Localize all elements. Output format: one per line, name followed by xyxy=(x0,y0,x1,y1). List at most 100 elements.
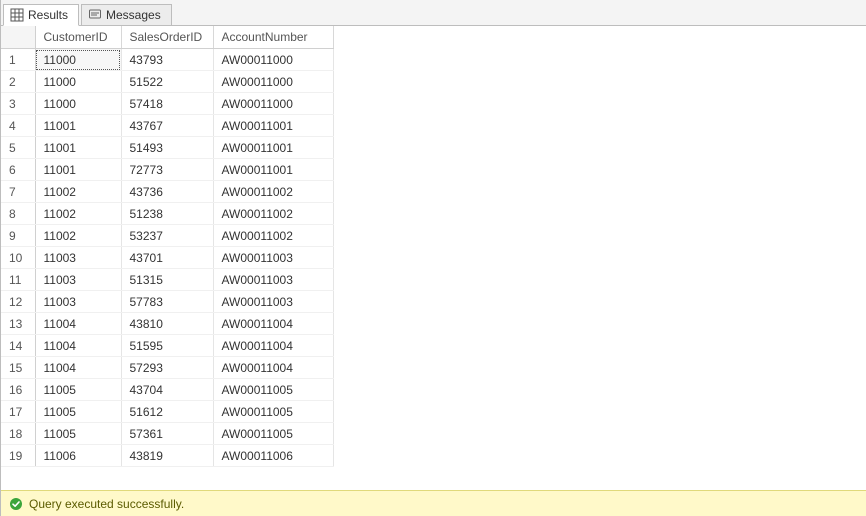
row-number-cell[interactable]: 6 xyxy=(1,159,35,181)
cell-customerid[interactable]: 11001 xyxy=(35,137,121,159)
row-number-cell[interactable]: 18 xyxy=(1,423,35,445)
table-row[interactable]: 41100143767AW00011001 xyxy=(1,115,333,137)
cell-salesorderid[interactable]: 51612 xyxy=(121,401,213,423)
cell-salesorderid[interactable]: 57783 xyxy=(121,291,213,313)
row-number-cell[interactable]: 19 xyxy=(1,445,35,467)
column-header-accountnumber[interactable]: AccountNumber xyxy=(213,26,333,49)
cell-customerid[interactable]: 11005 xyxy=(35,423,121,445)
cell-salesorderid[interactable]: 51238 xyxy=(121,203,213,225)
cell-accountnumber[interactable]: AW00011000 xyxy=(213,71,333,93)
column-header-customerid[interactable]: CustomerID xyxy=(35,26,121,49)
row-number-cell[interactable]: 17 xyxy=(1,401,35,423)
table-row[interactable]: 51100151493AW00011001 xyxy=(1,137,333,159)
table-row[interactable]: 141100451595AW00011004 xyxy=(1,335,333,357)
cell-customerid[interactable]: 11004 xyxy=(35,335,121,357)
row-number-cell[interactable]: 3 xyxy=(1,93,35,115)
cell-customerid[interactable]: 11004 xyxy=(35,313,121,335)
cell-salesorderid[interactable]: 51493 xyxy=(121,137,213,159)
cell-customerid[interactable]: 11000 xyxy=(35,71,121,93)
row-number-cell[interactable]: 7 xyxy=(1,181,35,203)
row-number-cell[interactable]: 2 xyxy=(1,71,35,93)
cell-accountnumber[interactable]: AW00011005 xyxy=(213,379,333,401)
cell-salesorderid[interactable]: 43704 xyxy=(121,379,213,401)
cell-salesorderid[interactable]: 51522 xyxy=(121,71,213,93)
cell-accountnumber[interactable]: AW00011001 xyxy=(213,137,333,159)
table-row[interactable]: 181100557361AW00011005 xyxy=(1,423,333,445)
cell-salesorderid[interactable]: 43767 xyxy=(121,115,213,137)
results-grid-container[interactable]: CustomerID SalesOrderID AccountNumber 11… xyxy=(1,26,866,490)
row-number-cell[interactable]: 12 xyxy=(1,291,35,313)
table-row[interactable]: 151100457293AW00011004 xyxy=(1,357,333,379)
cell-accountnumber[interactable]: AW00011005 xyxy=(213,401,333,423)
cell-customerid[interactable]: 11006 xyxy=(35,445,121,467)
cell-salesorderid[interactable]: 43819 xyxy=(121,445,213,467)
cell-accountnumber[interactable]: AW00011002 xyxy=(213,203,333,225)
cell-accountnumber[interactable]: AW00011000 xyxy=(213,49,333,71)
cell-customerid[interactable]: 11001 xyxy=(35,159,121,181)
cell-salesorderid[interactable]: 51315 xyxy=(121,269,213,291)
cell-customerid[interactable]: 11004 xyxy=(35,357,121,379)
cell-salesorderid[interactable]: 72773 xyxy=(121,159,213,181)
cell-accountnumber[interactable]: AW00011004 xyxy=(213,357,333,379)
cell-salesorderid[interactable]: 51595 xyxy=(121,335,213,357)
row-number-cell[interactable]: 10 xyxy=(1,247,35,269)
cell-accountnumber[interactable]: AW00011003 xyxy=(213,291,333,313)
table-row[interactable]: 111100351315AW00011003 xyxy=(1,269,333,291)
row-number-cell[interactable]: 5 xyxy=(1,137,35,159)
cell-customerid[interactable]: 11001 xyxy=(35,115,121,137)
row-number-cell[interactable]: 13 xyxy=(1,313,35,335)
cell-salesorderid[interactable]: 43793 xyxy=(121,49,213,71)
cell-accountnumber[interactable]: AW00011002 xyxy=(213,181,333,203)
cell-accountnumber[interactable]: AW00011005 xyxy=(213,423,333,445)
cell-customerid[interactable]: 11003 xyxy=(35,269,121,291)
table-row[interactable]: 11100043793AW00011000 xyxy=(1,49,333,71)
table-row[interactable]: 71100243736AW00011002 xyxy=(1,181,333,203)
column-header-salesorderid[interactable]: SalesOrderID xyxy=(121,26,213,49)
cell-salesorderid[interactable]: 43701 xyxy=(121,247,213,269)
cell-customerid[interactable]: 11000 xyxy=(35,49,121,71)
row-number-cell[interactable]: 1 xyxy=(1,49,35,71)
row-number-header[interactable] xyxy=(1,26,35,49)
row-number-cell[interactable]: 4 xyxy=(1,115,35,137)
cell-salesorderid[interactable]: 57293 xyxy=(121,357,213,379)
row-number-cell[interactable]: 16 xyxy=(1,379,35,401)
table-row[interactable]: 191100643819AW00011006 xyxy=(1,445,333,467)
cell-salesorderid[interactable]: 43810 xyxy=(121,313,213,335)
tab-results[interactable]: Results xyxy=(3,4,79,26)
table-row[interactable]: 31100057418AW00011000 xyxy=(1,93,333,115)
cell-customerid[interactable]: 11003 xyxy=(35,291,121,313)
table-row[interactable]: 101100343701AW00011003 xyxy=(1,247,333,269)
tab-messages[interactable]: Messages xyxy=(81,4,172,26)
cell-customerid[interactable]: 11003 xyxy=(35,247,121,269)
cell-accountnumber[interactable]: AW00011001 xyxy=(213,115,333,137)
cell-salesorderid[interactable]: 53237 xyxy=(121,225,213,247)
cell-customerid[interactable]: 11002 xyxy=(35,225,121,247)
table-row[interactable]: 161100543704AW00011005 xyxy=(1,379,333,401)
table-row[interactable]: 81100251238AW00011002 xyxy=(1,203,333,225)
cell-accountnumber[interactable]: AW00011004 xyxy=(213,335,333,357)
row-number-cell[interactable]: 9 xyxy=(1,225,35,247)
cell-accountnumber[interactable]: AW00011003 xyxy=(213,247,333,269)
cell-customerid[interactable]: 11005 xyxy=(35,401,121,423)
cell-accountnumber[interactable]: AW00011004 xyxy=(213,313,333,335)
cell-customerid[interactable]: 11005 xyxy=(35,379,121,401)
table-row[interactable]: 121100357783AW00011003 xyxy=(1,291,333,313)
cell-accountnumber[interactable]: AW00011003 xyxy=(213,269,333,291)
cell-customerid[interactable]: 11002 xyxy=(35,203,121,225)
cell-accountnumber[interactable]: AW00011001 xyxy=(213,159,333,181)
table-row[interactable]: 171100551612AW00011005 xyxy=(1,401,333,423)
cell-salesorderid[interactable]: 57418 xyxy=(121,93,213,115)
cell-customerid[interactable]: 11002 xyxy=(35,181,121,203)
row-number-cell[interactable]: 14 xyxy=(1,335,35,357)
table-row[interactable]: 131100443810AW00011004 xyxy=(1,313,333,335)
table-row[interactable]: 61100172773AW00011001 xyxy=(1,159,333,181)
cell-salesorderid[interactable]: 43736 xyxy=(121,181,213,203)
row-number-cell[interactable]: 15 xyxy=(1,357,35,379)
cell-customerid[interactable]: 11000 xyxy=(35,93,121,115)
cell-salesorderid[interactable]: 57361 xyxy=(121,423,213,445)
table-row[interactable]: 21100051522AW00011000 xyxy=(1,71,333,93)
cell-accountnumber[interactable]: AW00011000 xyxy=(213,93,333,115)
row-number-cell[interactable]: 11 xyxy=(1,269,35,291)
cell-accountnumber[interactable]: AW00011002 xyxy=(213,225,333,247)
row-number-cell[interactable]: 8 xyxy=(1,203,35,225)
